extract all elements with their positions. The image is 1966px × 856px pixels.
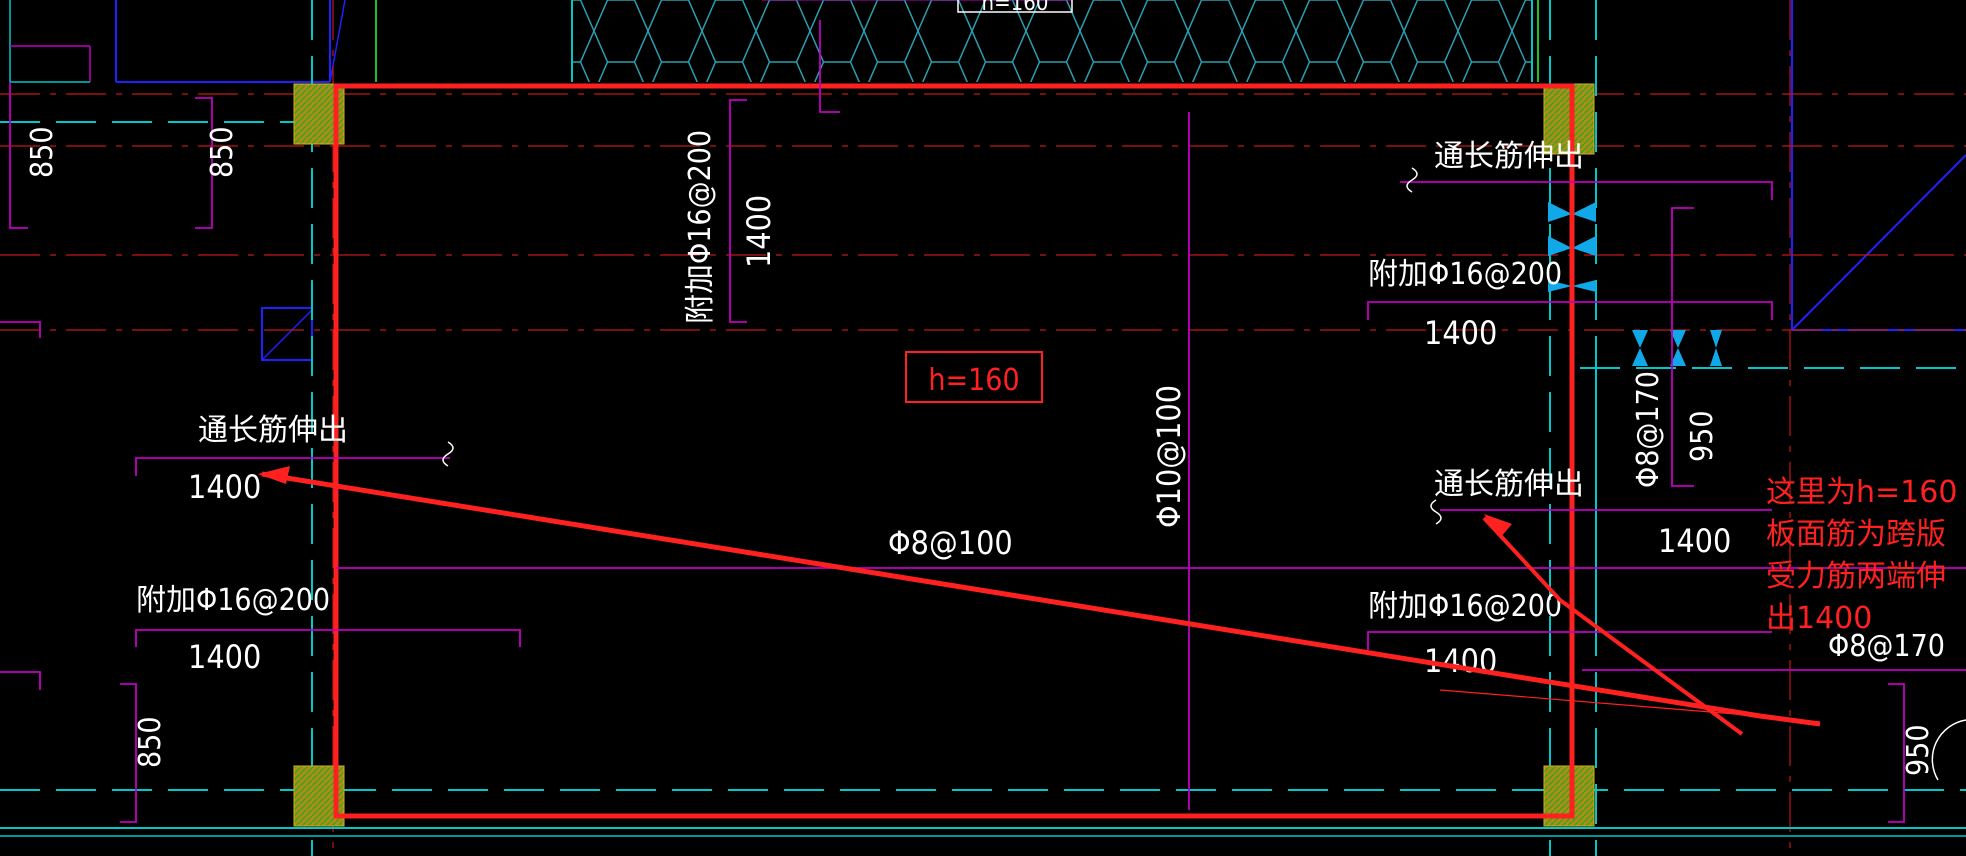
- additional-bar-label: 附加Φ16@200: [1368, 257, 1562, 292]
- hook-marks: [442, 167, 1966, 781]
- right-structures: [1791, 0, 1966, 331]
- top-tag-label: h=160: [982, 0, 1049, 16]
- rebar-phi8-100-label: Φ8@100: [888, 524, 1013, 562]
- length-1400-label: 1400: [188, 638, 261, 676]
- dim-850-label: 850: [25, 126, 60, 178]
- additional-bar-label: 附加Φ16@200: [136, 583, 330, 618]
- dim-950-label: 950: [1685, 410, 1720, 462]
- through-bar-label: 通长筋伸出: [198, 413, 348, 448]
- rebar-phi10-100-label: Φ10@100: [1150, 385, 1188, 528]
- through-bar-label: 通长筋伸出: [1434, 139, 1584, 174]
- length-1400-label: 1400: [1658, 522, 1731, 560]
- length-1400-label: 1400: [188, 468, 261, 506]
- additional-bar-label: 附加Φ16@200: [1368, 589, 1562, 624]
- dim-950-label: 950: [1901, 724, 1936, 776]
- cad-canvas[interactable]: h=160 850 850 850 通长筋伸出 1400 附加Φ16@200 1…: [0, 0, 1966, 856]
- arrowhead-icon: [258, 466, 290, 484]
- through-bar-label: 通长筋伸出: [1434, 467, 1584, 502]
- annotation-arrows: [258, 466, 1821, 736]
- annotation-text: 这里为h=160 板面筋为跨版 受力筋两端伸 出1400: [1766, 475, 1958, 636]
- drawing: h=160 850 850 850 通长筋伸出 1400 附加Φ16@200 1…: [0, 0, 1966, 856]
- dim-850-label: 850: [205, 126, 240, 178]
- arrowhead-icon: [1484, 514, 1512, 538]
- slab-outline[interactable]: [333, 83, 1575, 819]
- length-1400-label: 1400: [1424, 314, 1497, 352]
- dim-850-label: 850: [133, 716, 168, 768]
- slab-thickness-label: h=160: [928, 363, 1019, 398]
- rebar-phi8-170-label: Φ8@170: [1631, 371, 1666, 488]
- length-1400-label: 1400: [740, 195, 778, 268]
- additional-bar-label: 附加Φ16@200: [683, 130, 718, 324]
